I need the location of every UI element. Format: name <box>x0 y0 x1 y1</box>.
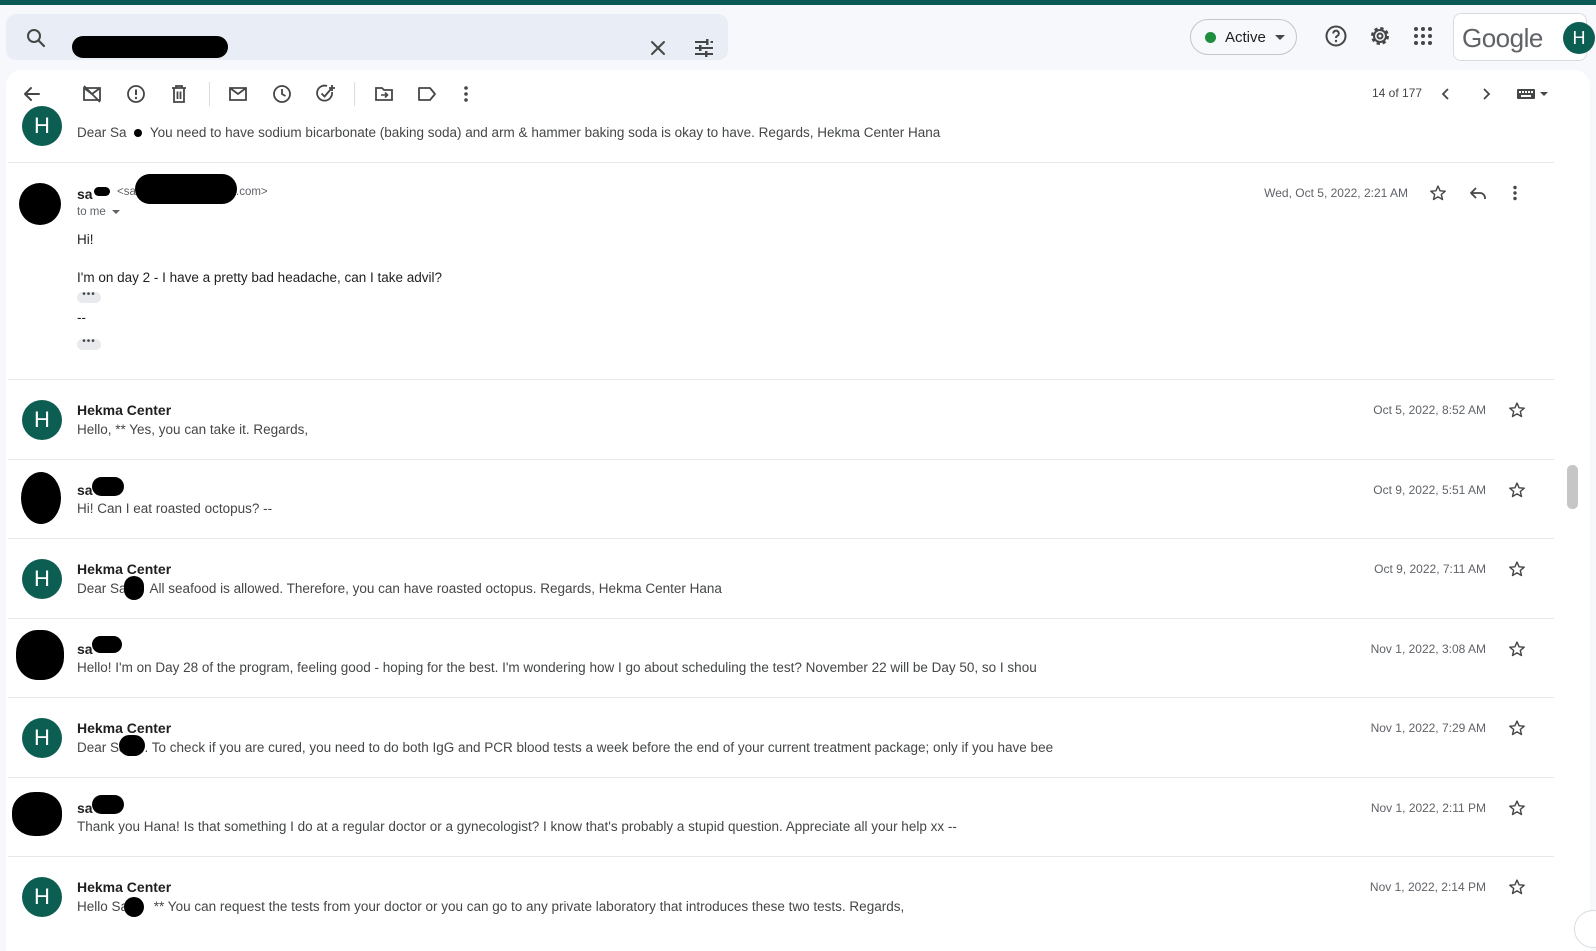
redacted-search-query <box>72 36 228 58</box>
sender-name[interactable]: Hekma Center <box>77 879 171 895</box>
redacted-name <box>124 897 144 917</box>
message-toolbar: 14 of 177 <box>6 70 1590 118</box>
message-body-line: I'm on day 2 - I have a pretty bad heada… <box>77 270 443 285</box>
redacted-sender-name <box>94 187 110 196</box>
redacted-sender-name <box>92 477 124 496</box>
snooze-icon[interactable] <box>270 82 294 106</box>
message-date: Oct 5, 2022, 8:52 AM <box>1373 403 1486 417</box>
sender-name[interactable]: Hekma Center <box>77 720 171 736</box>
message-snippet[interactable]: Hello! I'm on Day 28 of the program, fee… <box>77 660 1037 675</box>
sender-name[interactable]: Hekma Center <box>77 402 171 418</box>
message-body-line: Hi! <box>77 232 94 247</box>
sender-avatar[interactable]: H <box>22 877 62 917</box>
star-icon[interactable] <box>1508 560 1526 583</box>
redacted-sender-name <box>92 795 124 814</box>
status-label: Active <box>1225 28 1266 46</box>
star-icon[interactable] <box>1508 799 1526 822</box>
older-icon[interactable] <box>1474 82 1498 106</box>
redacted-name <box>124 576 144 600</box>
message-date: Nov 1, 2022, 3:08 AM <box>1370 642 1486 656</box>
sender-email-suffix: .com> <box>236 186 268 198</box>
clear-search-icon[interactable] <box>650 40 666 61</box>
redacted-email <box>135 174 237 204</box>
sender-avatar[interactable] <box>16 630 64 680</box>
chevron-down-icon <box>1274 34 1285 40</box>
account-avatar[interactable]: H <box>1563 22 1595 54</box>
status-dot <box>1205 31 1216 43</box>
sender-name[interactable]: Hekma Center <box>77 561 171 577</box>
top-accent-bar <box>0 0 1596 5</box>
message-signature-separator: -- <box>77 310 86 325</box>
message-counter: 14 of 177 <box>1372 86 1423 100</box>
more-icon[interactable] <box>454 82 478 106</box>
label-icon[interactable] <box>415 82 439 106</box>
sender-avatar[interactable] <box>12 792 62 836</box>
star-icon[interactable] <box>1508 640 1526 663</box>
search-icon[interactable] <box>24 26 48 55</box>
star-icon[interactable] <box>1508 481 1526 504</box>
show-trimmed-content-button[interactable]: ••• <box>77 337 101 350</box>
sender-email-prefix: <sa <box>117 186 136 198</box>
sender-avatar[interactable]: H <box>22 559 62 599</box>
move-to-icon[interactable] <box>372 82 396 106</box>
delete-icon[interactable] <box>167 82 191 106</box>
redacted-name <box>134 129 143 138</box>
sender-name[interactable]: sa <box>77 186 93 202</box>
message-snippet[interactable]: Dear Sa. To check if you are cured, you … <box>77 740 1053 755</box>
show-trimmed-content-button[interactable]: ••• <box>77 290 101 303</box>
sender-avatar[interactable]: H <box>22 106 62 146</box>
message-date: Oct 9, 2022, 7:11 AM <box>1374 562 1486 576</box>
newer-icon[interactable] <box>1434 82 1458 106</box>
message-date: Nov 1, 2022, 7:29 AM <box>1370 721 1486 735</box>
search-bar[interactable] <box>6 14 728 60</box>
more-options-icon[interactable] <box>1512 185 1518 206</box>
reply-icon[interactable] <box>1469 185 1487 206</box>
star-icon[interactable] <box>1508 401 1526 424</box>
mark-unread-icon[interactable] <box>226 82 250 106</box>
message-date: Nov 1, 2022, 2:14 PM <box>1369 880 1486 894</box>
redacted-name <box>119 735 145 756</box>
scrollbar-thumb[interactable] <box>1567 465 1578 509</box>
message-date: Wed, Oct 5, 2022, 2:21 AM <box>1264 186 1408 200</box>
recipients-toggle[interactable]: to me <box>77 206 120 218</box>
search-options-icon[interactable] <box>694 38 714 63</box>
sender-name[interactable]: sa <box>77 482 93 498</box>
redacted-sender-name <box>92 636 122 653</box>
message-view: 14 of 177 H Dear Sa You need to have sod… <box>6 70 1590 951</box>
star-icon[interactable] <box>1429 184 1447 207</box>
apps-icon[interactable] <box>1411 24 1435 53</box>
message-snippet[interactable]: Dear Sa You need to have sodium bicarbon… <box>77 125 940 140</box>
message-snippet[interactable]: Thank you Hana! Is that something I do a… <box>77 819 957 834</box>
message-snippet[interactable]: Hello Sa ** You can request the tests fr… <box>77 899 904 914</box>
status-selector[interactable]: Active <box>1190 19 1297 55</box>
add-task-icon[interactable] <box>314 82 338 106</box>
message-date: Nov 1, 2022, 2:11 PM <box>1370 801 1486 815</box>
message-date: Oct 9, 2022, 5:51 AM <box>1373 483 1486 497</box>
chevron-down-icon <box>111 209 120 214</box>
keyboard-icon[interactable] <box>1516 86 1552 107</box>
message-snippet[interactable]: Hi! Can I eat roasted octopus? -- <box>77 501 272 516</box>
message-snippet[interactable]: Dear Sa All seafood is allowed. Therefor… <box>77 581 722 596</box>
google-logo: Google <box>1462 23 1543 53</box>
sender-avatar[interactable] <box>21 472 61 524</box>
sender-avatar[interactable]: H <box>22 400 62 440</box>
back-icon[interactable] <box>20 82 44 106</box>
sender-name[interactable]: sa <box>77 800 93 816</box>
report-spam-icon[interactable] <box>124 82 148 106</box>
star-icon[interactable] <box>1508 719 1526 742</box>
sender-name[interactable]: sa <box>77 641 93 657</box>
unsubscribe-icon[interactable] <box>80 82 104 106</box>
help-icon[interactable] <box>1324 24 1348 53</box>
sender-avatar[interactable]: H <box>22 718 62 758</box>
settings-icon[interactable] <box>1368 24 1392 53</box>
message-snippet[interactable]: Hello, ** Yes, you can take it. Regards, <box>77 422 308 437</box>
sender-avatar[interactable] <box>19 183 61 225</box>
star-icon[interactable] <box>1508 878 1526 901</box>
